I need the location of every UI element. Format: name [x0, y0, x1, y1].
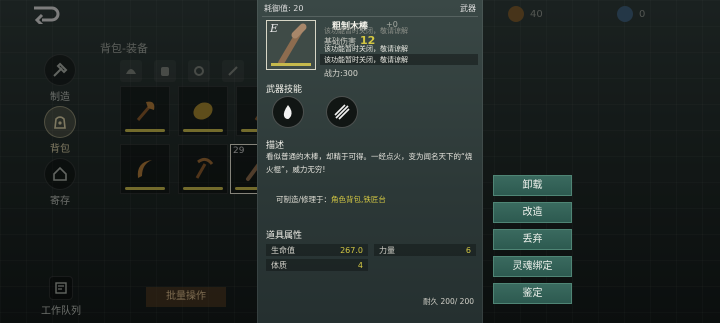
flame-icon: [283, 105, 292, 119]
attr-value: 4: [357, 260, 363, 270]
skills-title: 武器技能: [266, 85, 303, 95]
unequip-button[interactable]: 卸载: [493, 175, 572, 196]
durability-readout: 耐久 200/ 200: [423, 297, 474, 306]
locked-feature-1: 该功能暂时关闭，敬请谅解: [324, 45, 408, 53]
header-divider: [262, 16, 478, 17]
attr-value: 267.0: [340, 245, 363, 255]
appraise-button[interactable]: 鉴定: [493, 283, 572, 304]
attr-constitution: 体质 4: [266, 259, 368, 271]
repair-info: 可制造/修理于：角色背包,铁匠台: [276, 194, 386, 205]
locked-feature-3: 该功能暂时关闭，敬请谅解: [324, 27, 408, 35]
attr-strength: 力量 6: [374, 244, 476, 256]
soulbind-button[interactable]: 灵魂绑定: [493, 256, 572, 277]
attribute-grid: 生命值 267.0 力量 6 体质 4: [266, 244, 476, 274]
attr-label: 生命值: [271, 245, 295, 255]
attributes-title: 道具属性: [266, 231, 303, 241]
discard-button[interactable]: 丢弃: [493, 229, 572, 250]
attr-value: 6: [465, 245, 471, 255]
durability-stat: 耗御值: 20: [264, 4, 304, 13]
item-detail-panel: 耗御值: 20 武器 E 粗制木棒 +0 基础伤害 12 该功能暂时关闭，敬请谅…: [257, 0, 483, 323]
item-description: 看似普通的木棒，却精于可得。一经点火，变为闻名天下的“烧火棍”，威力无穷!: [266, 152, 473, 174]
item-category: 武器: [460, 4, 476, 13]
wooden-club-icon: [278, 23, 307, 66]
power-value: 战力:300: [324, 69, 358, 78]
skill-slash-slot[interactable]: [326, 96, 358, 128]
slash-icon: [334, 104, 350, 120]
reforge-button[interactable]: 改造: [493, 202, 572, 223]
panel-header: 耗御值: 20 武器: [264, 3, 476, 15]
attr-label: 体质: [271, 260, 287, 270]
repair-prefix: 可制造/修理于：: [276, 195, 332, 204]
locked-feature-2: 该功能暂时关闭，敬请谅解: [324, 56, 408, 64]
repair-places: 角色背包,铁匠台: [331, 195, 386, 204]
skill-fire-slot[interactable]: [272, 96, 304, 128]
attr-label: 力量: [379, 245, 395, 255]
item-durability-bar: [271, 63, 311, 66]
item-portrait: E: [266, 20, 316, 70]
attr-hp: 生命值 267.0: [266, 244, 368, 256]
